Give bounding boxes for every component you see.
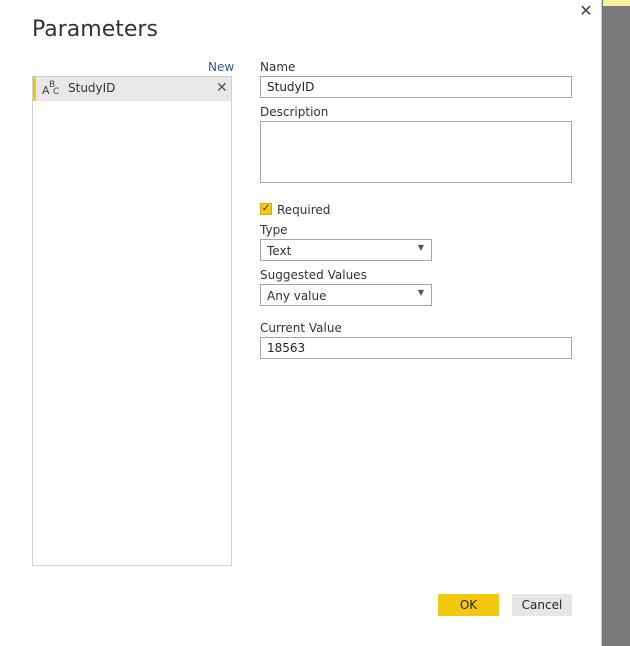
chevron-down-icon: ▼: [417, 288, 424, 297]
type-dropdown[interactable]: Text ▼: [260, 239, 432, 261]
cancel-button[interactable]: Cancel: [512, 594, 572, 616]
description-field[interactable]: [260, 121, 572, 183]
close-icon[interactable]: ✕: [577, 2, 595, 20]
current-value-label: Current Value: [260, 321, 342, 335]
parameters-list: ABC StudyID ✕: [32, 76, 232, 566]
dialog-title: Parameters: [32, 17, 158, 42]
parameters-dialog: ✕ Parameters New ABC StudyID ✕ Name Stud…: [0, 0, 602, 646]
chevron-down-icon: ▼: [417, 243, 424, 252]
name-field[interactable]: StudyID: [260, 76, 572, 98]
list-item-label: StudyID: [68, 81, 116, 95]
type-value: Text: [267, 244, 292, 258]
new-parameter-link[interactable]: New: [208, 60, 234, 74]
background-highlight: [603, 0, 630, 6]
suggested-values-value: Any value: [267, 289, 327, 303]
description-label: Description: [260, 105, 329, 119]
name-label: Name: [260, 60, 296, 74]
type-label: Type: [260, 223, 288, 237]
current-value-field[interactable]: 18563: [260, 337, 572, 359]
required-label: Required: [277, 203, 331, 217]
suggested-values-label: Suggested Values: [260, 268, 367, 282]
list-item-studyid[interactable]: ABC StudyID ✕: [33, 77, 231, 101]
suggested-values-dropdown[interactable]: Any value ▼: [260, 284, 432, 306]
remove-parameter-icon[interactable]: ✕: [216, 80, 228, 96]
required-checkbox[interactable]: ✓: [260, 203, 272, 215]
abc-text-type-icon: ABC: [42, 80, 60, 97]
ok-button[interactable]: OK: [438, 594, 499, 616]
